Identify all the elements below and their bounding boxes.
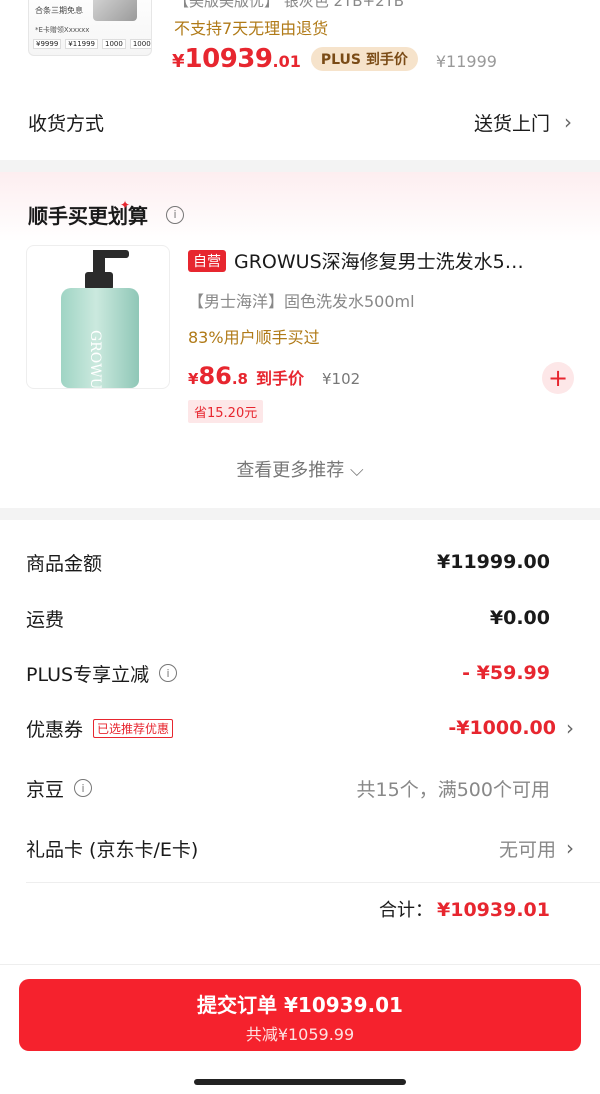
price-label: 到手价 (255, 369, 304, 388)
price-integer: 86 (198, 362, 232, 390)
chevron-right-icon: › (566, 716, 574, 740)
submit-order-label: 提交订单 ¥10939.01 (197, 993, 403, 1017)
more-recommendations-link[interactable]: 查看更多推荐 ⌵ (0, 456, 600, 482)
recommend-product-name[interactable]: 自营 GROWUS深海修复男士洗发水5… (188, 247, 580, 274)
bottle-logo: GROWUS (87, 330, 103, 389)
self-operated-badge: 自营 (188, 249, 226, 272)
add-to-order-button[interactable]: + (542, 362, 574, 394)
total-value: ¥10939.01 (437, 899, 550, 921)
shipping-method-row[interactable]: 收货方式 送货上门 › (0, 96, 600, 148)
freight-row: 运费 ¥0.00 (0, 598, 600, 638)
price-currency: ¥ (172, 51, 185, 72)
price-integer: 10939 (184, 44, 273, 74)
coupon-row[interactable]: 优惠券 已选推荐优惠 -¥1000.00 › (0, 708, 600, 748)
order-total: 合计： ¥10939.01 (379, 896, 550, 922)
plus-discount-row: PLUS专享立减 i - ¥59.99 (0, 653, 600, 693)
chevron-right-icon: › (566, 836, 574, 860)
coupon-value: -¥1000.00 (448, 717, 556, 739)
save-amount-tag: 省15.20元 (188, 400, 264, 423)
submit-order-button[interactable]: 提交订单 ¥10939.01 共减¥1059.99 (19, 979, 581, 1051)
price-decimal: .01 (272, 52, 301, 71)
goods-amount-label: 商品金额 (26, 552, 103, 575)
product-spec: 【美版美版优】 银灰色 2TB+2TB (174, 0, 405, 10)
recommendation-title: 顺手买更划算 ✦ i (28, 197, 185, 229)
product-price: ¥ 10939 .01 PLUS 到手价 ¥11999 (172, 44, 497, 74)
thumb-price: 1000 (102, 39, 126, 49)
recommend-bought-stat: 83%用户顺手买过 (188, 328, 320, 347)
gift-card-label: 礼品卡 (京东卡/E卡) (26, 838, 199, 861)
goods-amount-row: 商品金额 ¥11999.00 (0, 542, 600, 582)
plus-discount-value: - ¥59.99 (462, 662, 550, 684)
product-thumbnail[interactable]: 合条三期免息 *E卡赠领Xxxxxx ¥9999 ¥11999 1000 100… (28, 0, 152, 56)
gift-card-value: 无可用 (498, 838, 556, 861)
total-saved-label: 共减¥1059.99 (245, 1025, 355, 1044)
recommend-product-image[interactable]: GROWUS (26, 245, 170, 389)
order-page: 合条三期免息 *E卡赠领Xxxxxx ¥9999 ¥11999 1000 100… (0, 0, 600, 1094)
goods-amount-value: ¥11999.00 (437, 551, 550, 573)
plus-price-badge: PLUS 到手价 (310, 47, 418, 71)
chevron-right-icon: › (564, 110, 572, 134)
price-currency: ¥ (188, 370, 199, 388)
recommend-product-title: GROWUS深海修复男士洗发水5… (234, 251, 524, 273)
jd-bean-row: 京豆 i 共15个，满500个可用 (0, 768, 600, 808)
info-icon[interactable]: i (74, 779, 93, 797)
jd-bean-label: 京豆 (26, 778, 65, 801)
info-icon[interactable]: i (159, 664, 178, 682)
recommend-price: ¥ 86 .8 到手价 ¥102 (188, 362, 360, 390)
recommendation-section: 顺手买更划算 ✦ i GROWUS 自营 GROWUS深海修复男士洗发水5… 【… (0, 172, 600, 508)
thumb-price: ¥9999 (33, 39, 62, 49)
order-summary: 商品金额 ¥11999.00 运费 ¥0.00 PLUS专享立减 i - ¥59… (0, 520, 600, 964)
gift-card-row[interactable]: 礼品卡 (京东卡/E卡) 无可用 › (0, 828, 600, 868)
bottom-bar: 提交订单 ¥10939.01 共减¥1059.99 (0, 964, 600, 1094)
original-price: ¥102 (322, 370, 361, 388)
thumb-price: ¥11999 (65, 39, 99, 49)
freight-value: ¥0.00 (489, 607, 550, 629)
freight-label: 运费 (26, 608, 65, 631)
total-label: 合计： (379, 900, 434, 921)
product-card: 合条三期免息 *E卡赠领Xxxxxx ¥9999 ¥11999 1000 100… (0, 0, 600, 160)
thumb-price: 1000 (129, 39, 151, 49)
thumb-mini: *E卡赠领Xxxxxx (35, 26, 90, 34)
divider (26, 882, 600, 883)
plus-discount-label: PLUS专享立减 (26, 663, 150, 686)
bottle-pump (93, 250, 105, 274)
phone-image (93, 0, 137, 21)
info-icon[interactable]: i (166, 205, 185, 224)
no-return-notice: 不支持7天无理由退货 (174, 19, 329, 38)
coupon-label: 优惠券 (26, 718, 84, 741)
sparkle-icon: ✦ (120, 197, 131, 212)
shipping-label: 收货方式 (28, 112, 105, 135)
thumb-tag: 合条三期免息 (35, 6, 83, 15)
shipping-value: 送货上门 (473, 112, 550, 135)
home-indicator[interactable] (194, 1079, 406, 1085)
price-decimal: .8 (231, 370, 248, 388)
thumb-prices: ¥9999 ¥11999 1000 1000 (33, 39, 151, 49)
original-price: ¥11999 (435, 52, 497, 71)
jd-bean-value: 共15个，满500个可用 (356, 778, 550, 801)
recommend-product-spec: 【男士海洋】固色洗发水500ml (188, 292, 415, 311)
coupon-selected-tag: 已选推荐优惠 (93, 718, 174, 738)
